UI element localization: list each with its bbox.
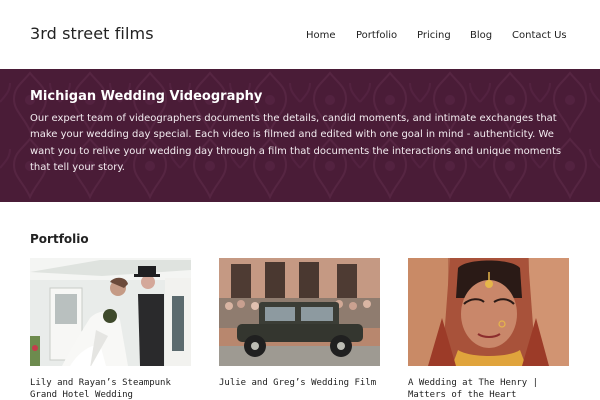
hero-title: Michigan Wedding Videography xyxy=(30,89,263,104)
hero-description: Our expert team of videographers documen… xyxy=(30,113,562,174)
portfolio-card[interactable]: A Wedding at The Henry | Matters of the … xyxy=(408,258,570,400)
portfolio-item-title[interactable]: Lily and Rayan’s Steampunk Grand Hotel W… xyxy=(30,378,192,400)
nav-contact-link[interactable]: Contact Us xyxy=(512,30,567,42)
portfolio-card[interactable]: Julie and Greg’s Wedding Film xyxy=(219,258,381,390)
portfolio-card[interactable]: Lily and Rayan’s Steampunk Grand Hotel W… xyxy=(30,258,192,400)
hero-banner: Michigan Wedding Videography Our expert … xyxy=(0,69,600,202)
nav-home-link[interactable]: Home xyxy=(306,30,336,42)
indian-bride-thumbnail[interactable] xyxy=(408,258,569,366)
portfolio-heading: Portfolio xyxy=(30,232,89,246)
vintage-car-wedding-thumbnail[interactable] xyxy=(219,258,380,366)
steampunk-wedding-thumbnail[interactable] xyxy=(30,258,191,366)
portfolio-item-title[interactable]: A Wedding at The Henry | Matters of the … xyxy=(408,378,570,400)
nav-pricing-link[interactable]: Pricing xyxy=(417,30,451,42)
site-header: 3rd street films Home Portfolio Pricing … xyxy=(0,0,600,69)
nav-blog-link[interactable]: Blog xyxy=(470,30,492,42)
nav-portfolio-link[interactable]: Portfolio xyxy=(356,30,397,42)
main-nav: Home Portfolio Pricing Blog Contact Us xyxy=(0,30,600,44)
portfolio-item-title[interactable]: Julie and Greg’s Wedding Film xyxy=(219,378,381,390)
